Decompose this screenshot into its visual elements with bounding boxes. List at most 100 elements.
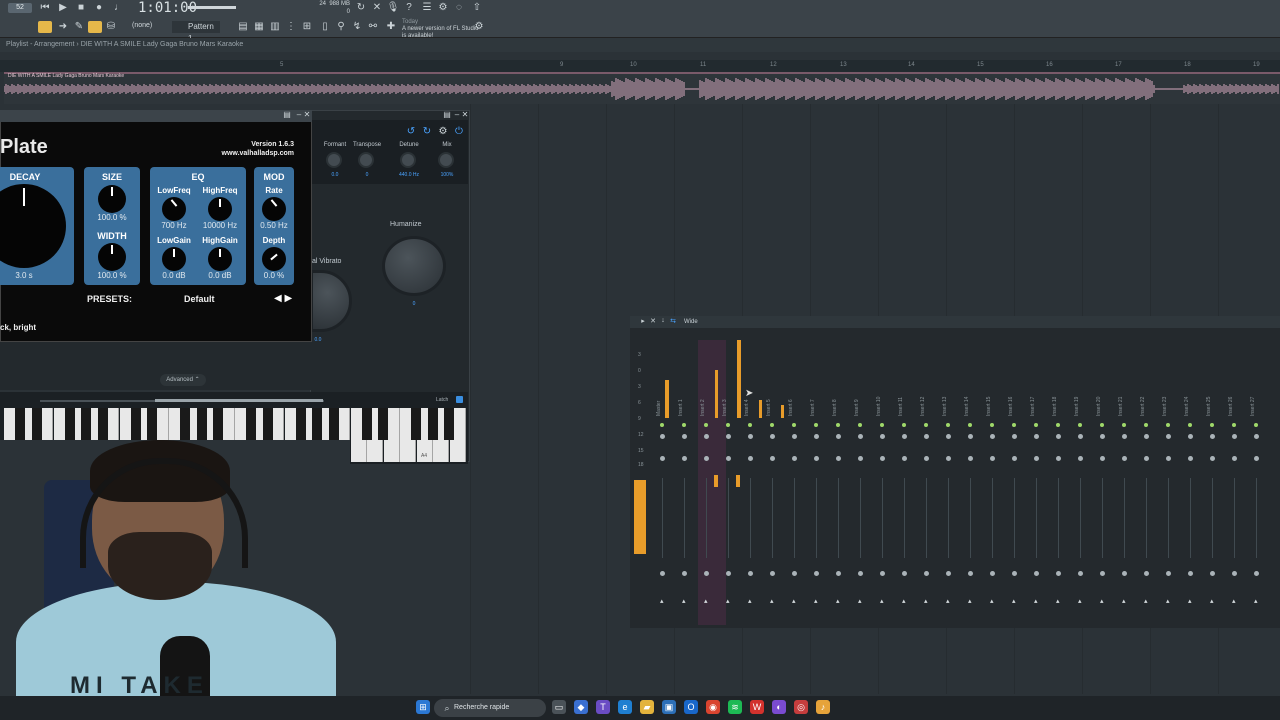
pan-knob[interactable] [946,434,951,439]
copilot-icon[interactable]: ◆ [574,700,588,714]
wrench-icon[interactable]: ✚ [384,21,398,32]
mixer-track-name[interactable]: Insert 15 [986,397,992,416]
transpose-knob[interactable] [358,152,374,168]
pan-knob[interactable] [1078,434,1083,439]
close-plugin-icon[interactable]: ✕ [300,110,314,119]
track-enable-led[interactable] [1100,423,1104,427]
pan-knob[interactable] [814,434,819,439]
black-key[interactable] [378,408,388,440]
track-enable-led[interactable] [880,423,884,427]
track-enable-led[interactable] [1122,423,1126,427]
fx-slot-knob[interactable] [968,571,973,576]
volume-fader-track[interactable] [1036,478,1037,558]
pan-knob[interactable] [1166,434,1171,439]
fx-slot-knob[interactable] [836,571,841,576]
black-key[interactable] [31,408,42,440]
mixer-track-name[interactable]: Insert 3 [722,399,728,416]
pan-knob[interactable] [1122,434,1127,439]
mixer-track-name[interactable]: Insert 20 [1096,397,1102,416]
stereo-knob[interactable] [1144,456,1149,461]
highgain-knob[interactable] [208,247,232,271]
app-w-icon[interactable]: W [750,700,764,714]
mixer-track-name[interactable]: Insert 10 [876,397,882,416]
fx-slot-knob[interactable] [1144,571,1149,576]
stereo-knob[interactable] [792,456,797,461]
fx-slot-knob[interactable] [726,571,731,576]
humanize-knob[interactable] [382,236,446,296]
lowgain-knob[interactable] [162,247,186,271]
route-arrow-icon[interactable]: ▴ [924,597,928,605]
black-key[interactable] [328,408,339,440]
route-arrow-icon[interactable]: ▴ [792,597,796,605]
mixer-track-name[interactable]: Insert 4 [744,399,750,416]
fx-slot-knob[interactable] [880,571,885,576]
fx-slot-knob[interactable] [902,571,907,576]
task-view-icon[interactable]: ▭ [552,700,566,714]
mixer-track-name[interactable]: Insert 7 [810,399,816,416]
pan-knob[interactable] [836,434,841,439]
stereo-knob[interactable] [990,456,995,461]
track-enable-led[interactable] [1144,423,1148,427]
mixer-track-name[interactable]: Insert 5 [766,399,772,416]
fx-slot-knob[interactable] [858,571,863,576]
rewind-icon[interactable]: ⏮ [38,2,52,13]
volume-fader-track[interactable] [750,478,751,558]
close-icon[interactable]: ✕ [370,2,384,13]
rate-knob[interactable] [262,197,286,221]
track-enable-led[interactable] [858,423,862,427]
volume-fader-track[interactable] [662,478,663,558]
fx-slot-knob[interactable] [1078,571,1083,576]
stereo-knob[interactable] [968,456,973,461]
track-enable-led[interactable] [968,423,972,427]
route-arrow-icon[interactable]: ▴ [1166,597,1170,605]
stereo-knob[interactable] [924,456,929,461]
pan-knob[interactable] [1254,434,1259,439]
detune-knob[interactable] [400,152,416,168]
arrow-icon[interactable]: ➜ [56,21,70,32]
track-enable-led[interactable] [902,423,906,427]
plugin-icon[interactable]: ⚙ [436,2,450,13]
update-notice[interactable]: Today A newer version of FL Studio is av… [402,19,482,40]
stereo-knob[interactable] [902,456,907,461]
upload-icon[interactable]: ⇧ [470,2,484,13]
stereo-knob[interactable] [770,456,775,461]
pan-knob[interactable] [1100,434,1105,439]
black-key[interactable] [295,408,306,440]
mixer-track-name[interactable]: Insert 12 [920,397,926,416]
pan-knob[interactable] [1034,434,1039,439]
track-enable-led[interactable] [726,423,730,427]
route-arrow-icon[interactable]: ▴ [836,597,840,605]
route-arrow-icon[interactable]: ▴ [1210,597,1214,605]
discord-icon[interactable]: ◐ [772,700,786,714]
route-arrow-icon[interactable]: ▴ [682,597,686,605]
pan-knob[interactable] [704,434,709,439]
audio-clip[interactable] [3,72,1280,104]
route-arrow-icon[interactable]: ▴ [858,597,862,605]
track-enable-led[interactable] [946,423,950,427]
plug-icon[interactable]: ⚲ [334,21,348,32]
fl-studio-icon[interactable]: ♪ [816,700,830,714]
volume-fader-track[interactable] [904,478,905,558]
stereo-knob[interactable] [858,456,863,461]
advanced-button[interactable]: Advanced ⌃ [160,374,206,386]
pan-knob[interactable] [726,434,731,439]
outlook-icon[interactable]: O [684,700,698,714]
prev-preset-icon[interactable]: ◀ [274,293,282,304]
black-key[interactable] [15,408,25,440]
stereo-knob[interactable] [880,456,885,461]
black-key[interactable] [427,408,438,440]
stereo-knob[interactable] [1254,456,1259,461]
undo-icon[interactable]: ↺ [404,126,418,137]
volume-fader-track[interactable] [1102,478,1103,558]
fx-slot-knob[interactable] [682,571,687,576]
volume-fader-track[interactable] [882,478,883,558]
mix-knob[interactable] [438,152,454,168]
track-enable-led[interactable] [1210,423,1214,427]
stereo-knob[interactable] [1056,456,1061,461]
mixer-track-name[interactable]: Insert 24 [1184,397,1190,416]
stereo-knob[interactable] [946,456,951,461]
record-icon[interactable]: ● [92,2,106,13]
mixer-header[interactable] [630,316,1280,328]
stereo-knob[interactable] [1100,456,1105,461]
volume-fader-track[interactable] [860,478,861,558]
